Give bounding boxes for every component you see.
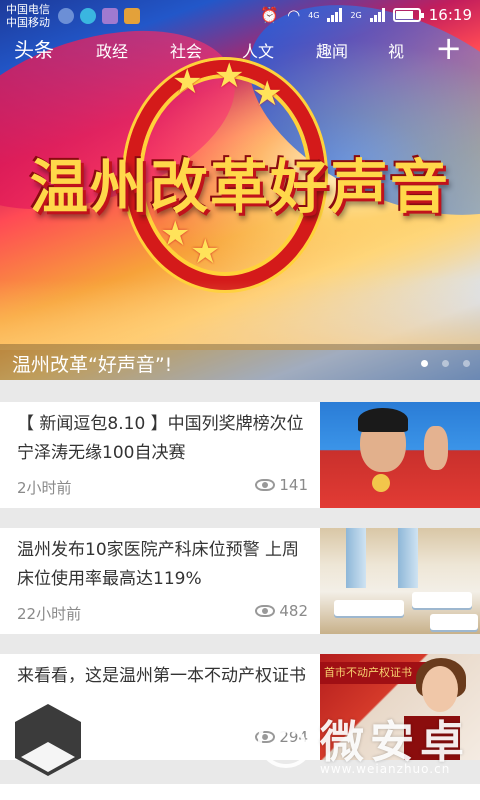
floating-cube-button[interactable] (15, 704, 81, 776)
gallery-notification-icon (102, 8, 118, 24)
news-thumbnail-swimmer (320, 402, 480, 508)
banner-glow (0, 280, 480, 350)
news-card[interactable]: 温州发布10家医院产科床位预警 上周床位使用率最高达119% 22小时前 482 (0, 528, 480, 634)
tab-politics-economy[interactable]: 政经 (96, 38, 128, 62)
site-watermark: 微安卓 www.weianzhuo.cn (258, 706, 478, 786)
tab-anecdotes[interactable]: 趣闻 (316, 38, 348, 62)
bed (430, 614, 478, 630)
star-icon: ★ (172, 62, 203, 102)
channel-tabs: 头条 政经 社会 人文 趣闻 视 + (0, 32, 480, 64)
news-card-partial[interactable] (0, 784, 480, 800)
eye-icon (255, 479, 276, 491)
carrier-2: 中国移动 (6, 16, 50, 29)
app-notification-icon (80, 8, 96, 24)
news-app-screen: ★ ★ ★ ★ ★ 温州改革好声音 温州改革“好声音”! 中国电信 中国移动 ⏰… (0, 0, 480, 800)
tab-culture[interactable]: 人文 (242, 38, 274, 62)
news-time: 22小时前 (17, 605, 82, 623)
certificate-banner: 首市不动产权证书 (320, 662, 430, 684)
view-count-value: 482 (279, 602, 308, 620)
status-bar: 中国电信 中国移动 ⏰ ◠ 4G 2G 16:19 (0, 0, 480, 32)
carousel-dot (463, 360, 470, 367)
tab-video[interactable]: 视 (388, 38, 404, 62)
watermark-url: www.weianzhuo.cn (320, 762, 451, 776)
banner-caption-bar: 温州改革“好声音”! (0, 344, 480, 380)
plus-icon[interactable]: + (435, 32, 462, 64)
signal-icon (369, 8, 385, 22)
battery-icon (392, 8, 424, 22)
news-thumbnail-ward (320, 528, 480, 634)
app-notification-icon (124, 8, 140, 24)
news-title: 【 新闻逗包8.10 】中国列奖牌榜次位 宁泽涛无缘100自决赛 (17, 414, 304, 463)
app-notification-icon (58, 8, 74, 24)
clock: 16:19 (428, 6, 472, 24)
bed (412, 592, 472, 608)
alarm-icon: ⏰ (260, 6, 280, 24)
watermark-text: 微安卓 (320, 717, 470, 768)
swimmer-hand (424, 426, 448, 470)
news-card[interactable]: 【 新闻逗包8.10 】中国列奖牌榜次位 宁泽涛无缘100自决赛 2小时前 14… (0, 402, 480, 508)
news-title: 温州发布10家医院产科床位预警 上周床位使用率最高达119% (17, 540, 300, 589)
view-count: 141 (255, 476, 308, 494)
network-type-b: 2G (350, 10, 362, 20)
medal-icon (372, 474, 390, 492)
curtain (346, 528, 366, 588)
signal-icon (327, 8, 343, 22)
news-title: 来看看，这是温州第一本不动产权证书 (17, 666, 306, 686)
tab-society[interactable]: 社会 (170, 38, 202, 62)
view-count-value: 141 (279, 476, 308, 494)
curtain (398, 528, 418, 588)
carousel-indicator (421, 360, 470, 367)
wifi-icon: ◠ (287, 6, 301, 24)
carrier-labels: 中国电信 中国移动 (6, 3, 50, 29)
carousel-dot-active (421, 360, 428, 367)
star-icon: ★ (252, 74, 283, 114)
carrier-1: 中国电信 (6, 3, 50, 16)
network-type-a: 4G (308, 10, 320, 20)
tab-headlines[interactable]: 头条 (14, 34, 54, 63)
news-time: 2小时前 (17, 479, 72, 497)
banner-art-title: 温州改革好声音 (30, 153, 451, 221)
bed (334, 600, 404, 616)
view-count: 482 (255, 602, 308, 620)
watermark-logo-icon (258, 712, 314, 768)
banner-caption: 温州改革“好声音”! (12, 354, 173, 376)
eye-icon (255, 605, 276, 617)
status-right-group: ⏰ ◠ 4G 2G 16:19 (260, 6, 472, 24)
notification-icons (58, 8, 140, 24)
carousel-dot (442, 360, 449, 367)
swimmer-hair (358, 408, 408, 432)
star-icon: ★ (190, 232, 221, 272)
